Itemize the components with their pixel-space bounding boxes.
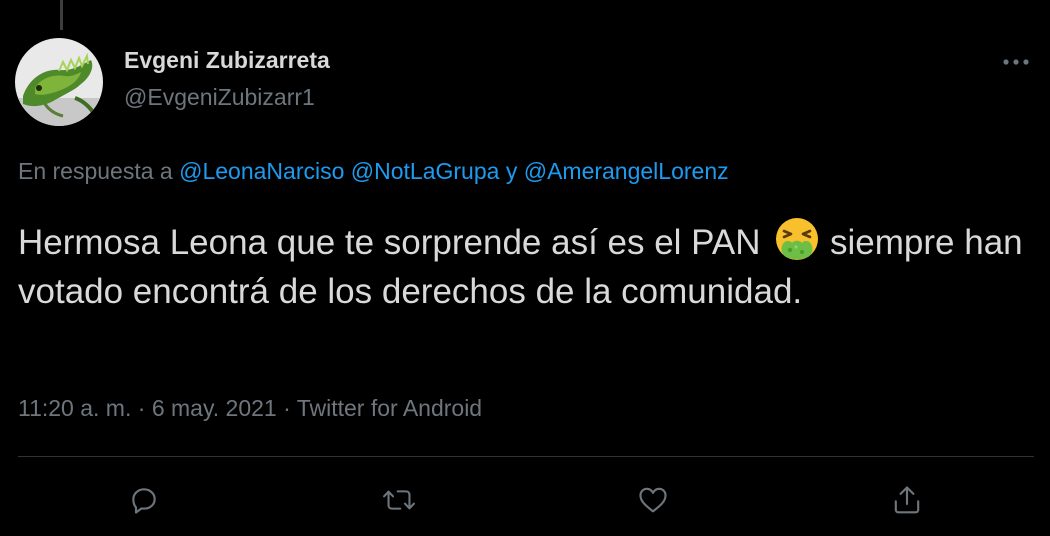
- tweet-text-part-1: Hermosa Leona que te sorprende así es el…: [18, 223, 761, 262]
- mention-link[interactable]: @NotLaGrupa: [351, 158, 500, 184]
- tweet-text: Hermosa Leona que te sorprende así es el…: [18, 216, 1028, 316]
- share-icon: [894, 486, 920, 514]
- thread-connector-line: [60, 0, 63, 30]
- avatar[interactable]: [15, 38, 103, 126]
- author-handle[interactable]: @EvgeniZubizarr1: [124, 84, 315, 111]
- heart-icon: [639, 487, 667, 513]
- reply-context: En respuesta a @LeonaNarciso @NotLaGrupa…: [18, 158, 729, 185]
- tweet-source[interactable]: Twitter for Android: [297, 395, 482, 421]
- reply-prefix: En respuesta a: [18, 158, 180, 184]
- like-button[interactable]: [633, 480, 673, 520]
- mention-link[interactable]: @LeonaNarciso: [179, 158, 344, 184]
- iguana-avatar-icon: [15, 38, 103, 126]
- tweet-time[interactable]: 11:20 a. m.: [18, 395, 131, 421]
- meta-separator: ·: [131, 395, 152, 421]
- more-icon: [1003, 59, 1029, 65]
- vomiting-face-emoji-icon: [776, 218, 819, 260]
- meta-separator: ·: [276, 395, 297, 421]
- mention-joiner: y: [499, 158, 524, 184]
- tweet-metadata: 11:20 a. m. · 6 may. 2021 · Twitter for …: [18, 395, 482, 422]
- retweet-button[interactable]: [379, 480, 419, 520]
- retweet-icon: [383, 490, 415, 510]
- reply-icon: [132, 488, 156, 514]
- divider: [18, 456, 1034, 457]
- share-button[interactable]: [887, 480, 927, 520]
- more-options-button[interactable]: [998, 44, 1034, 80]
- tweet-date[interactable]: 6 may. 2021: [152, 395, 277, 421]
- author-name[interactable]: Evgeni Zubizarreta: [124, 47, 330, 74]
- reply-button[interactable]: [124, 480, 164, 520]
- tweet-detail: Evgeni Zubizarreta @EvgeniZubizarr1 En r…: [0, 0, 1050, 536]
- mention-link[interactable]: @AmerangelLorenz: [524, 158, 729, 184]
